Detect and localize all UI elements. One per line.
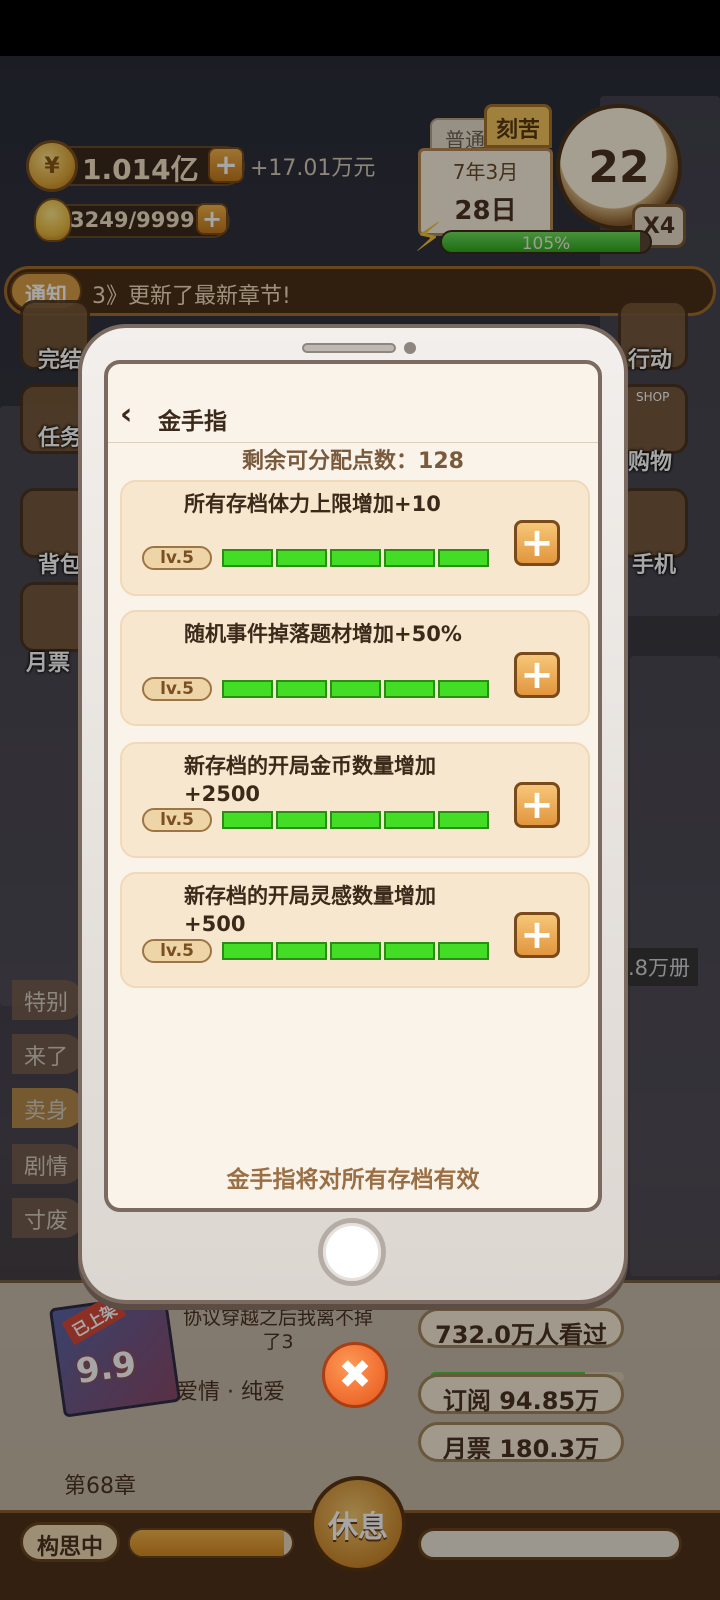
level-segment xyxy=(276,549,327,567)
level-segment xyxy=(384,811,435,829)
level-segment xyxy=(330,680,381,698)
back-chevron-icon[interactable]: ‹ xyxy=(120,400,148,432)
upgrade-plus-button[interactable]: + xyxy=(514,652,560,698)
level-segment xyxy=(384,549,435,567)
upgrade-title: 新存档的开局灵感数量增加+500 xyxy=(184,884,436,936)
upgrade-plus-button[interactable]: + xyxy=(514,520,560,566)
upgrade-plus-button[interactable]: + xyxy=(514,912,560,958)
plus-icon: + xyxy=(520,912,554,958)
level-segment xyxy=(276,811,327,829)
upgrade-title: 随机事件掉落题材增加+50% xyxy=(184,622,462,646)
level-segment xyxy=(222,811,273,829)
level-segment xyxy=(276,680,327,698)
level-badge: lv.5 xyxy=(142,808,212,832)
level-segment xyxy=(330,549,381,567)
level-segment xyxy=(438,811,489,829)
level-segment xyxy=(384,680,435,698)
page-title: 金手指 xyxy=(158,409,227,435)
level-segment xyxy=(330,811,381,829)
level-segment xyxy=(438,549,489,567)
level-segment xyxy=(438,680,489,698)
level-segment xyxy=(330,942,381,960)
level-badge: lv.5 xyxy=(142,546,212,570)
level-badge: lv.5 xyxy=(142,939,212,963)
phone-speaker xyxy=(302,343,396,353)
home-button[interactable] xyxy=(318,1218,386,1286)
upgrade-title: 所有存档体力上限增加+10 xyxy=(184,492,441,516)
level-segment xyxy=(222,549,273,567)
level-progress xyxy=(222,680,489,698)
plus-icon: + xyxy=(520,520,554,566)
remaining-points: 剩余可分配点数：128 xyxy=(242,449,464,474)
upgrade-title: 新存档的开局金币数量增加+2500 xyxy=(184,754,436,806)
level-segment xyxy=(438,942,489,960)
phone-camera xyxy=(404,342,416,354)
close-icon[interactable]: ✖ xyxy=(322,1342,388,1408)
system-status-bar xyxy=(0,0,720,56)
level-segment xyxy=(384,942,435,960)
level-progress xyxy=(222,811,489,829)
upgrade-plus-button[interactable]: + xyxy=(514,782,560,828)
level-badge: lv.5 xyxy=(142,677,212,701)
level-segment xyxy=(276,942,327,960)
level-segment xyxy=(222,680,273,698)
level-progress xyxy=(222,549,489,567)
level-segment xyxy=(222,942,273,960)
plus-icon: + xyxy=(520,782,554,828)
level-progress xyxy=(222,942,489,960)
modal-footer-note: 金手指将对所有存档有效 xyxy=(226,1167,480,1193)
plus-icon: + xyxy=(520,652,554,698)
